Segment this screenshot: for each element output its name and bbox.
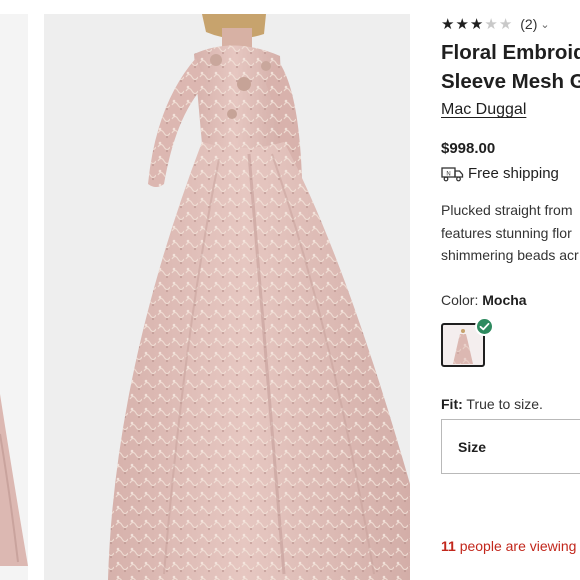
svg-text:N: N — [446, 171, 450, 177]
description-line: features stunning flor — [441, 224, 572, 241]
brand-link[interactable]: Mac Duggal — [441, 101, 526, 119]
star-rating: ★ ★ ★ ★ ★ — [441, 17, 512, 32]
price: $998.00 — [441, 140, 496, 157]
fit-value: True to size. — [466, 396, 543, 412]
review-count[interactable]: (2) — [520, 16, 537, 32]
product-title-line: Floral Embroid — [441, 41, 580, 64]
color-label: Color: — [441, 292, 479, 308]
description-line: shimmering beads acr — [441, 247, 579, 263]
color-value: Mocha — [482, 292, 527, 308]
color-swatch-mocha[interactable] — [441, 317, 494, 367]
fit-info: Fit: True to size. — [441, 396, 543, 412]
product-description: Plucked straight from features stunning … — [441, 199, 579, 267]
star-empty-icon: ★ — [484, 15, 498, 33]
star-filled-icon: ★ — [455, 15, 469, 33]
viewers-count: 11 — [441, 538, 456, 554]
swatch-image — [447, 328, 479, 364]
viewers-text: people are viewing — [455, 538, 577, 554]
viewers-notice: 11 people are viewing — [441, 538, 576, 554]
product-details-panel: ★ ★ ★ ★ ★ (2) ⌄ Floral Embroid Sleeve Mesh G… — [441, 0, 580, 580]
size-select-label: Size — [458, 439, 487, 455]
shipping-info: N Free shipping — [441, 165, 559, 182]
truck-icon: N — [441, 166, 464, 181]
star-filled-icon: ★ — [441, 15, 455, 33]
star-empty-icon: ★ — [498, 15, 513, 33]
shipping-label: Free shipping — [468, 165, 559, 182]
description-line: Plucked straight from — [441, 202, 573, 218]
product-title-line: Sleeve Mesh G — [441, 70, 580, 93]
check-icon — [475, 317, 494, 336]
rating-summary[interactable]: ★ ★ ★ ★ ★ (2) ⌄ — [441, 14, 550, 34]
size-select[interactable]: Size — [441, 419, 580, 474]
fit-label: Fit: — [441, 396, 463, 412]
product-main-image[interactable] — [44, 14, 410, 580]
color-selection-label: Color: Mocha — [441, 292, 527, 308]
chevron-down-icon[interactable]: ⌄ — [540, 18, 549, 31]
star-filled-icon: ★ — [469, 15, 484, 33]
product-title: Floral Embroid Sleeve Mesh G — [441, 38, 580, 96]
thumbnail-image-previous[interactable] — [0, 14, 28, 580]
